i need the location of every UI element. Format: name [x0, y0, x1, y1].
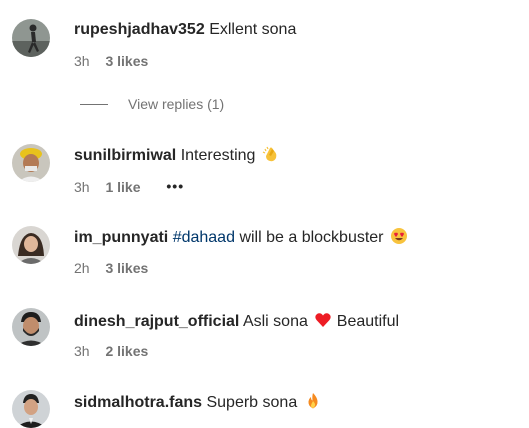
- comment-username[interactable]: sidmalhotra.fans: [74, 394, 202, 411]
- comment-body: will be a blockbuster: [239, 229, 384, 246]
- comment-likes[interactable]: 1 like: [105, 179, 140, 195]
- comment-text: sunilbirmiwal Interesting: [74, 145, 280, 166]
- avatar[interactable]: [12, 390, 50, 428]
- avatar-man-beard-icon: [12, 308, 50, 346]
- avatar-man-suit-icon: [12, 390, 50, 428]
- avatar-woman-icon: [12, 226, 50, 264]
- comment-body: Asli sona: [242, 313, 308, 330]
- more-options-icon[interactable]: •••: [166, 177, 184, 195]
- avatar-man-turban-icon: [12, 144, 50, 182]
- avatar[interactable]: [12, 144, 50, 182]
- comment-body: Interesting: [180, 147, 256, 164]
- comment-text: sidmalhotra.fans Superb sona: [74, 392, 322, 413]
- avatar[interactable]: [12, 19, 50, 57]
- heart-eyes-face-icon: [390, 227, 408, 245]
- comment-likes[interactable]: 3 likes: [105, 260, 148, 276]
- comment-username[interactable]: dinesh_rajput_official: [74, 313, 239, 330]
- comment-meta: 3h 3 likes: [74, 52, 148, 70]
- comment-body: Superb sona: [206, 394, 298, 411]
- red-heart-icon: [314, 311, 332, 329]
- avatar[interactable]: [12, 226, 50, 264]
- comment-username[interactable]: rupeshjadhav352: [74, 21, 205, 38]
- comment-time: 2h: [74, 260, 90, 276]
- comment-hashtag[interactable]: #dahaad: [173, 229, 235, 246]
- fire-icon: [304, 392, 322, 410]
- avatar-person-walking-icon: [12, 19, 50, 57]
- view-replies-label: View replies (1): [128, 96, 225, 112]
- comment-meta: 3h 2 likes: [74, 342, 148, 360]
- comment-meta: 2h 3 likes: [74, 259, 148, 277]
- comment-meta: 3h 1 like •••: [74, 177, 184, 196]
- comment-likes[interactable]: 2 likes: [105, 343, 148, 359]
- comment-text: im_punnyati #dahaad will be a blockbuste…: [74, 227, 408, 248]
- avatar[interactable]: [12, 308, 50, 346]
- comment-body-continued: Beautiful: [336, 313, 400, 330]
- comment-text: dinesh_rajput_official Asli sona Beautif…: [74, 311, 399, 332]
- comment-likes[interactable]: 3 likes: [105, 53, 148, 69]
- comment-username[interactable]: im_punnyati: [74, 229, 168, 246]
- clapping-hands-icon: [262, 145, 280, 163]
- comment-time: 3h: [74, 343, 90, 359]
- comment-body: Exllent sona: [209, 21, 297, 38]
- comment-time: 3h: [74, 53, 90, 69]
- comment-username[interactable]: sunilbirmiwal: [74, 147, 176, 164]
- comment-time: 3h: [74, 179, 90, 195]
- comment-text: rupeshjadhav352 Exllent sona: [74, 20, 296, 40]
- replies-divider: [80, 104, 108, 105]
